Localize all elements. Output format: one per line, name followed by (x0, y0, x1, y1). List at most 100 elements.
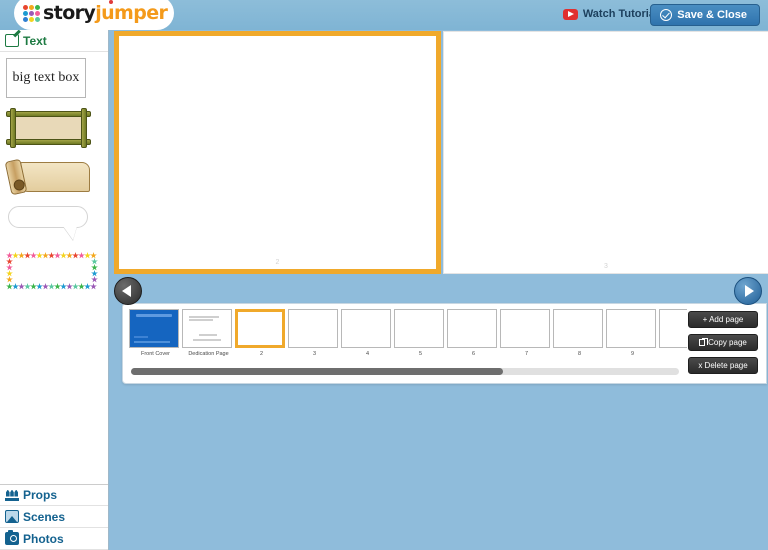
page-thumbnail-preview[interactable] (235, 309, 285, 348)
canvas-page-right[interactable]: 3 (443, 31, 768, 274)
page-thumbnail-1[interactable]: Dedication Page (182, 309, 235, 357)
watch-tutorial-button[interactable]: Watch Tutorial (562, 8, 658, 20)
page-thumbnail-10[interactable] (659, 309, 687, 357)
cover-thumbnail-art (130, 310, 178, 347)
page-thumbnail-label: 2 (259, 351, 264, 357)
sidebar-section-text[interactable]: Text (0, 30, 108, 52)
page-thumbnail-preview[interactable] (341, 309, 391, 348)
storyjumper-logo[interactable]: storyjumper (14, 0, 174, 32)
star-glyph (12, 283, 19, 290)
star-glyph (54, 283, 61, 290)
next-page-button[interactable] (734, 277, 762, 305)
page-thumbnail-3[interactable]: 3 (288, 309, 341, 357)
logo-text-jumper: jumper (95, 2, 168, 24)
star-glyph (84, 252, 91, 259)
text-asset-star-border-frame[interactable] (6, 252, 102, 290)
left-sidebar: Text big text box Props Scenes Photos (0, 30, 109, 550)
page-thumbnail-2[interactable]: 2 (235, 309, 288, 357)
logo-accent-dot (109, 0, 113, 4)
star-glyph (66, 283, 73, 290)
sidebar-section-props[interactable]: Props (0, 484, 108, 506)
page-thumbnail-preview[interactable] (659, 309, 687, 348)
bamboo-rail-top (6, 111, 91, 117)
page-thumbnail-preview[interactable] (447, 309, 497, 348)
star-glyph (24, 252, 31, 259)
sidebar-section-props-label: Props (23, 488, 58, 502)
cover-author-line (134, 336, 148, 338)
page-thumbnail-preview[interactable] (182, 309, 232, 348)
add-page-button[interactable]: + Add page (688, 311, 758, 328)
speech-bubble-tail (63, 226, 77, 240)
chevron-right-icon (745, 285, 754, 297)
logo-dot-5 (35, 11, 40, 16)
sidebar-section-photos[interactable]: Photos (0, 528, 108, 550)
page-thumbnail-preview[interactable] (288, 309, 338, 348)
star-glyph (12, 252, 19, 259)
logo-dot-0 (23, 5, 28, 10)
page-thumbnail-preview[interactable] (606, 309, 656, 348)
page-thumbnail-preview[interactable] (394, 309, 444, 348)
page-thumbnail-preview[interactable] (129, 309, 179, 348)
star-glyph (91, 270, 98, 277)
logo-dot-7 (29, 17, 34, 22)
check-circle-icon (660, 9, 673, 21)
star-glyph (91, 258, 98, 265)
cover-footer-line (134, 340, 170, 343)
page-thumbnail-0[interactable]: Front Cover (129, 309, 182, 357)
cover-title-line (136, 314, 172, 317)
previous-page-button[interactable] (114, 277, 142, 305)
camera-icon (5, 530, 19, 545)
page-thumbnail-8[interactable]: 8 (553, 309, 606, 357)
thumbnails-viewport: Front Cover Dedication Page 2 3 4 5 6 7 8 9 (129, 309, 687, 363)
star-glyph (60, 283, 67, 290)
strip-background-band (109, 275, 768, 302)
page-thumbnail-4[interactable]: 4 (341, 309, 394, 357)
bamboo-post-left (10, 108, 16, 148)
delete-page-button[interactable]: x Delete page (688, 357, 758, 374)
star-glyph (6, 283, 13, 290)
page-thumbnail-6[interactable]: 6 (447, 309, 500, 357)
page-thumbnail-preview[interactable] (500, 309, 550, 348)
star-glyph (72, 252, 79, 259)
star-glyph (6, 270, 13, 277)
star-glyph (78, 283, 85, 290)
page-thumbnail-label: Dedication Page (188, 351, 229, 357)
text-asset-scroll-parchment[interactable] (4, 158, 102, 196)
big-text-box-preview: big text box (6, 58, 86, 98)
bamboo-inner-panel (14, 115, 83, 141)
page-thumbnail-label: 7 (524, 351, 529, 357)
page-thumbnail-label: 8 (577, 351, 582, 357)
copy-page-button[interactable]: Copy page (688, 334, 758, 351)
page-thumbnail-9[interactable]: 9 (606, 309, 659, 357)
star-glyph (18, 252, 25, 259)
text-asset-bamboo-frame[interactable] (6, 108, 102, 148)
logo-dot-4 (29, 11, 34, 16)
dedication-text-line (199, 334, 217, 336)
star-glyph (90, 283, 97, 290)
sidebar-section-scenes-label: Scenes (23, 509, 66, 524)
page-thumbnail-label: 6 (471, 351, 476, 357)
bamboo-rail-bottom (6, 139, 91, 145)
logo-wordmark: storyjumper (43, 2, 168, 24)
add-page-label: + Add page (702, 315, 744, 324)
star-glyph (90, 252, 97, 259)
page-thumbnail-5[interactable]: 5 (394, 309, 447, 357)
page-thumbnail-preview[interactable] (553, 309, 603, 348)
page-thumbnail-7[interactable]: 7 (500, 309, 553, 357)
canvas-page-right-number: 3 (604, 263, 608, 270)
strip-scrollbar-track[interactable] (131, 368, 679, 375)
canvas-page-left[interactable]: 2 (114, 31, 441, 274)
strip-scrollbar-thumb[interactable] (131, 368, 503, 375)
star-glyph (91, 276, 98, 283)
scroll-parchment-preview (4, 158, 91, 196)
text-asset-speech-bubble[interactable] (6, 206, 102, 242)
star-glyph (91, 264, 98, 271)
props-icon (5, 489, 19, 502)
star-glyph (48, 283, 55, 290)
save-and-close-button[interactable]: Save & Close (650, 4, 760, 26)
star-glyph (66, 252, 73, 259)
text-asset-big-text-box[interactable]: big text box (6, 58, 102, 98)
sidebar-section-scenes[interactable]: Scenes (0, 506, 108, 528)
page-thumbnail-label: 9 (630, 351, 635, 357)
star-glyph (6, 264, 13, 271)
